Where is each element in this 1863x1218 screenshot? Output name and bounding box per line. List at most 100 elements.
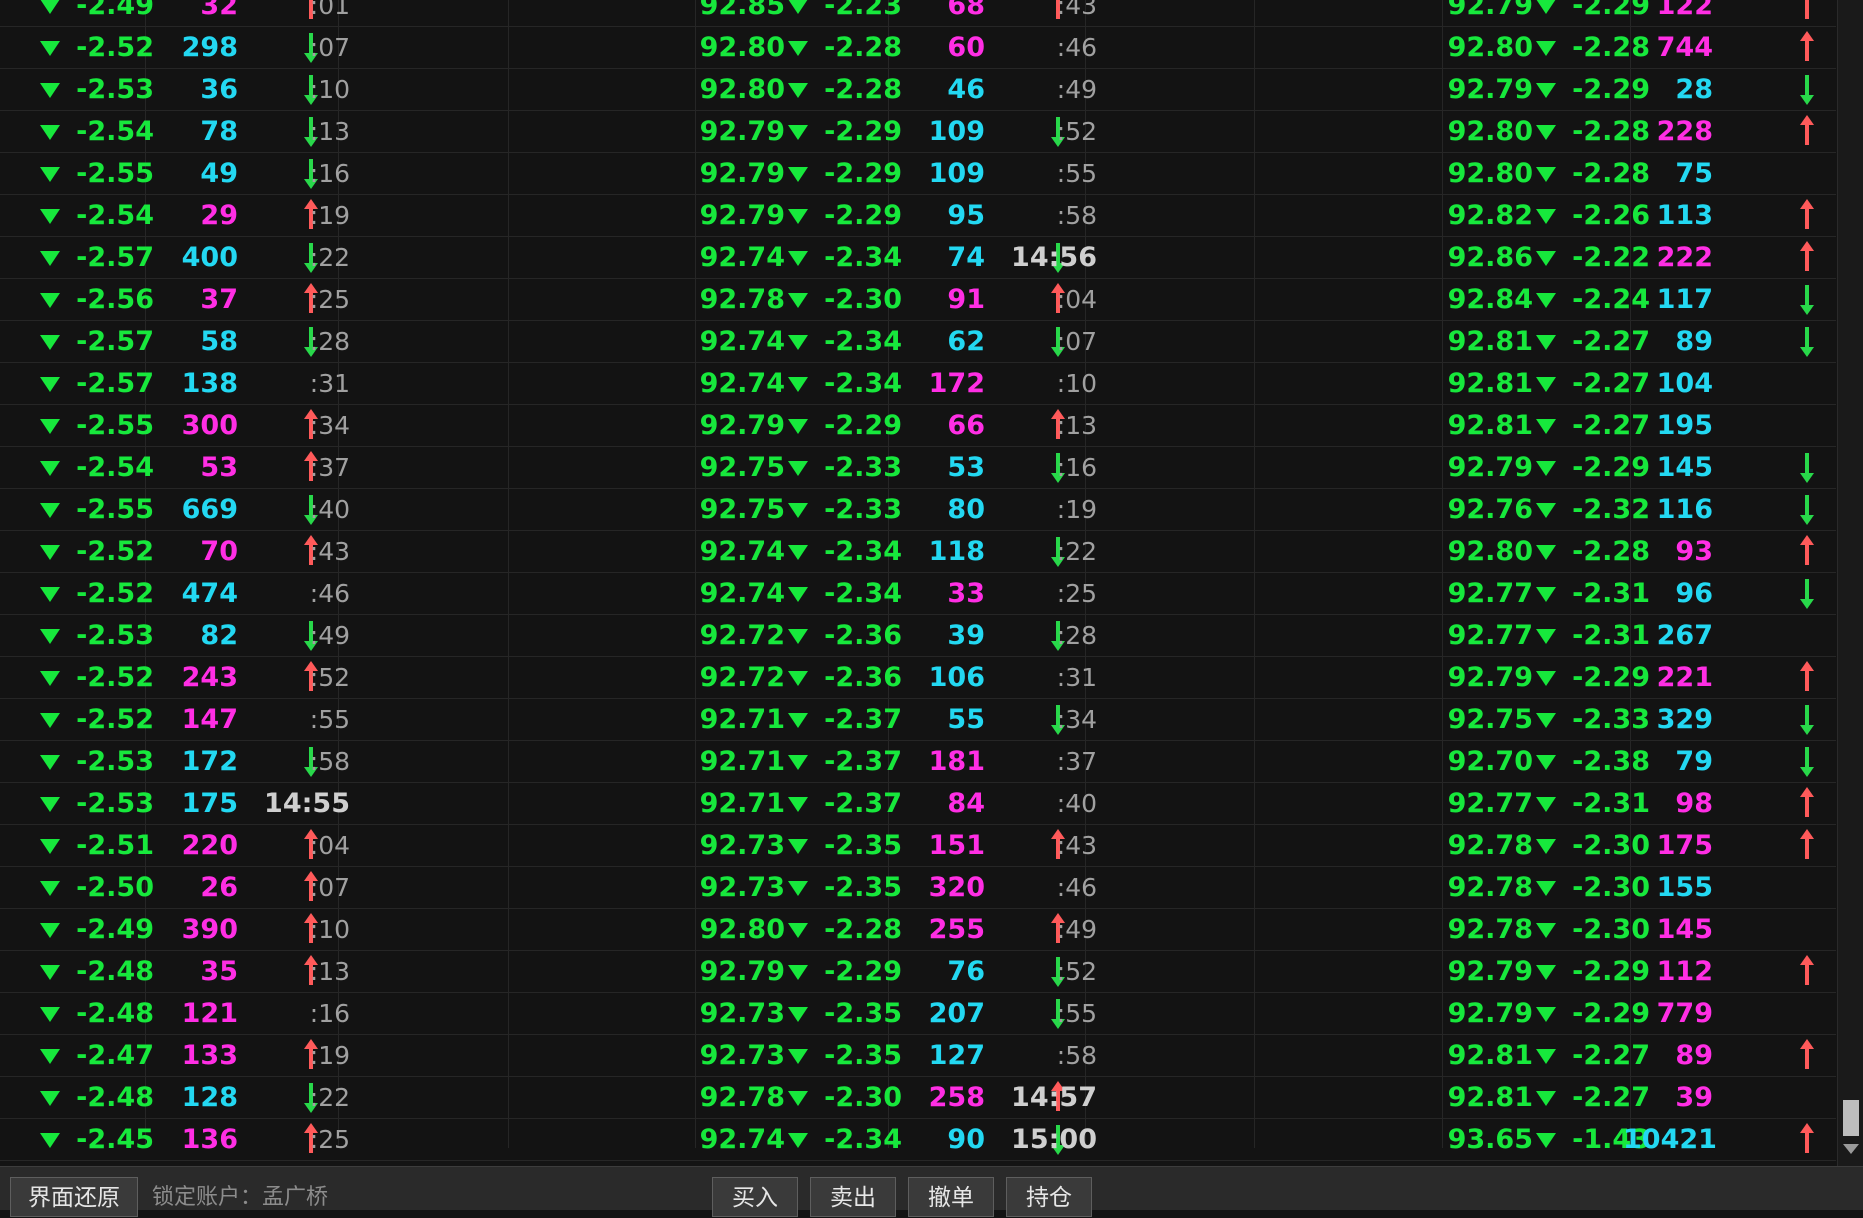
arrow-down-icon bbox=[1800, 495, 1814, 525]
vertical-scrollbar[interactable] bbox=[1837, 0, 1863, 1166]
time-value: :07 bbox=[309, 33, 350, 62]
change-value: -2.34 bbox=[824, 242, 902, 273]
change-value: -2.53 bbox=[76, 788, 154, 819]
table-row[interactable]: -2.49 390:10 92.80 -2.28 255:49 92.78 -2.30 145 bbox=[0, 909, 1836, 951]
time-value: :55 bbox=[309, 705, 350, 734]
table-row[interactable]: -2.49 32:01 92.85 -2.23 68:43 92.79 -2.29 122 bbox=[0, 0, 1836, 27]
time-value: :22 bbox=[309, 1083, 350, 1112]
time-value: :10 bbox=[309, 915, 350, 944]
volume-value: 136 bbox=[181, 1124, 238, 1155]
table-row[interactable]: -2.47 133:19 92.73 -2.35 127:58 92.81 -2.27 89 bbox=[0, 1035, 1836, 1077]
volume-value: 109 bbox=[928, 116, 985, 147]
change-value: -2.52 bbox=[76, 662, 154, 693]
table-row[interactable]: -2.56 37:25 92.78 -2.30 91:04 92.84 -2.24 117 bbox=[0, 279, 1836, 321]
price-value: 93.65 bbox=[1447, 1124, 1533, 1155]
time-value: :43 bbox=[1056, 831, 1097, 860]
volume-value: 89 bbox=[1675, 1040, 1713, 1071]
price-value: 92.77 bbox=[1447, 578, 1533, 609]
table-row[interactable]: -2.53 36:10 92.80 -2.28 46:49 92.79 -2.29 28 bbox=[0, 69, 1836, 111]
price-value: 92.74 bbox=[699, 368, 785, 399]
change-value: -2.52 bbox=[76, 578, 154, 609]
price-value: 92.80 bbox=[699, 74, 785, 105]
table-row[interactable]: -2.51 220:04 92.73 -2.35 151:43 92.78 -2.30 175 bbox=[0, 825, 1836, 867]
table-row[interactable]: -2.54 78:13 92.79 -2.29 109:52 92.80 -2.28 228 bbox=[0, 111, 1836, 153]
table-row[interactable]: -2.45 136:25 92.74 -2.34 90 15:00 93.65 -1.43 10… bbox=[0, 1119, 1836, 1161]
cancel-order-button[interactable]: 撤单 bbox=[908, 1177, 994, 1217]
volume-value: 175 bbox=[1656, 830, 1713, 861]
volume-value: 106 bbox=[928, 662, 985, 693]
price-value: 92.72 bbox=[699, 620, 785, 651]
volume-value: 33 bbox=[947, 578, 985, 609]
table-row[interactable]: -2.52 147:55 92.71 -2.37 55:34 92.75 -2.33 329 bbox=[0, 699, 1836, 741]
volume-value: 243 bbox=[181, 662, 238, 693]
table-row[interactable]: -2.52 243:52 92.72 -2.36 106:31 92.79 -2.29 221 bbox=[0, 657, 1836, 699]
price-value: 92.81 bbox=[1447, 1082, 1533, 1113]
table-row[interactable]: -2.53 82:49 92.72 -2.36 39:28 92.77 -2.31 267 bbox=[0, 615, 1836, 657]
change-value: -2.52 bbox=[76, 32, 154, 63]
change-value: -2.34 bbox=[824, 536, 902, 567]
volume-value: 207 bbox=[928, 998, 985, 1029]
table-row[interactable]: -2.54 29:19 92.79 -2.29 95:58 92.82 -2.26 113 bbox=[0, 195, 1836, 237]
table-row[interactable]: -2.57 58:28 92.74 -2.34 62:07 92.81 -2.27 89 bbox=[0, 321, 1836, 363]
volume-value: 138 bbox=[181, 368, 238, 399]
arrow-up-icon bbox=[1800, 241, 1814, 271]
change-value: -2.28 bbox=[824, 74, 902, 105]
table-row[interactable]: -2.53 172:58 92.71 -2.37 181:37 92.70 -2.38 79 bbox=[0, 741, 1836, 783]
scrollbar-thumb[interactable] bbox=[1843, 1100, 1859, 1136]
price-value: 92.78 bbox=[1447, 830, 1533, 861]
volume-value: 78 bbox=[200, 116, 238, 147]
table-row[interactable]: -2.50 26:07 92.73 -2.35 320:46 92.78 -2.30 155 bbox=[0, 867, 1836, 909]
price-value: 92.79 bbox=[1447, 662, 1533, 693]
table-row[interactable]: -2.48 128:22 92.78 -2.30 258 14:57 92.81 -2.27 3… bbox=[0, 1077, 1836, 1119]
change-value: -2.50 bbox=[76, 872, 154, 903]
volume-value: 53 bbox=[200, 452, 238, 483]
price-value: 92.73 bbox=[699, 998, 785, 1029]
change-value: -2.34 bbox=[824, 1124, 902, 1155]
table-row[interactable]: -2.52 474:46 92.74 -2.34 33:25 92.77 -2.31 96 bbox=[0, 573, 1836, 615]
sell-button[interactable]: 卖出 bbox=[810, 1177, 896, 1217]
locked-account-label: 锁定账户：孟广桥 bbox=[152, 1185, 329, 1210]
change-value: -2.37 bbox=[824, 704, 902, 735]
table-row[interactable]: -2.53 175 14:55 92.71 -2.37 84:40 92.77 -2.31 98 bbox=[0, 783, 1836, 825]
table-row[interactable]: -2.48 121:16 92.73 -2.35 207:55 92.79 -2.29 779 bbox=[0, 993, 1836, 1035]
change-value: -2.55 bbox=[76, 494, 154, 525]
buy-button[interactable]: 买入 bbox=[712, 1177, 798, 1217]
table-row[interactable]: -2.54 53:37 92.75 -2.33 53:16 92.79 -2.29 145 bbox=[0, 447, 1836, 489]
time-value: 14:56 bbox=[1011, 242, 1097, 273]
table-row[interactable]: -2.55 669:40 92.75 -2.33 80:19 92.76 -2.32 116 bbox=[0, 489, 1836, 531]
volume-value: 74 bbox=[947, 242, 985, 273]
table-row[interactable]: -2.52 298:07 92.80 -2.28 60:46 92.80 -2.28 744 bbox=[0, 27, 1836, 69]
volume-value: 145 bbox=[1656, 914, 1713, 945]
volume-value: 96 bbox=[1675, 578, 1713, 609]
table-row[interactable]: -2.55 300:34 92.79 -2.29 66:13 92.81 -2.27 195 bbox=[0, 405, 1836, 447]
change-value: -2.55 bbox=[76, 410, 154, 441]
table-row[interactable]: -2.57 400:22 92.74 -2.34 74 14:56 92.86 -2.22 22… bbox=[0, 237, 1836, 279]
change-value: -2.30 bbox=[824, 1082, 902, 1113]
volume-value: 35 bbox=[200, 956, 238, 987]
table-row[interactable]: -2.55 49:16 92.79 -2.29 109:55 92.80 -2.28 75 bbox=[0, 153, 1836, 195]
change-value: -2.35 bbox=[824, 1040, 902, 1071]
price-value: 92.78 bbox=[1447, 914, 1533, 945]
change-value: -2.37 bbox=[824, 788, 902, 819]
volume-value: 298 bbox=[181, 32, 238, 63]
scroll-down-arrow-icon[interactable] bbox=[1843, 1144, 1859, 1154]
positions-button[interactable]: 持仓 bbox=[1006, 1177, 1092, 1217]
price-value: 92.79 bbox=[1447, 0, 1533, 21]
time-value: :43 bbox=[309, 537, 350, 566]
change-value: -2.34 bbox=[824, 368, 902, 399]
volume-value: 390 bbox=[181, 914, 238, 945]
time-value: :16 bbox=[1056, 453, 1097, 482]
change-value: -2.49 bbox=[76, 0, 154, 21]
time-value: :04 bbox=[309, 831, 350, 860]
volume-value: 128 bbox=[181, 1082, 238, 1113]
arrow-up-icon bbox=[1800, 787, 1814, 817]
table-row[interactable]: -2.57 138:31 92.74 -2.34 172:10 92.81 -2.27 104 bbox=[0, 363, 1836, 405]
price-value: 92.78 bbox=[699, 284, 785, 315]
table-row[interactable]: -2.48 35:13 92.79 -2.29 76:52 92.79 -2.29 112 bbox=[0, 951, 1836, 993]
arrow-up-icon bbox=[1800, 199, 1814, 229]
table-row[interactable]: -2.52 70:43 92.74 -2.34 118:22 92.80 -2.28 93 bbox=[0, 531, 1836, 573]
restore-layout-button[interactable]: 界面还原 bbox=[10, 1177, 138, 1217]
tick-detail-grid: -2.49 32:01 92.85 -2.23 68:43 92.79 -2.29 122 -2… bbox=[0, 0, 1836, 1161]
time-value: :58 bbox=[1056, 1041, 1097, 1070]
volume-value: 267 bbox=[1656, 620, 1713, 651]
